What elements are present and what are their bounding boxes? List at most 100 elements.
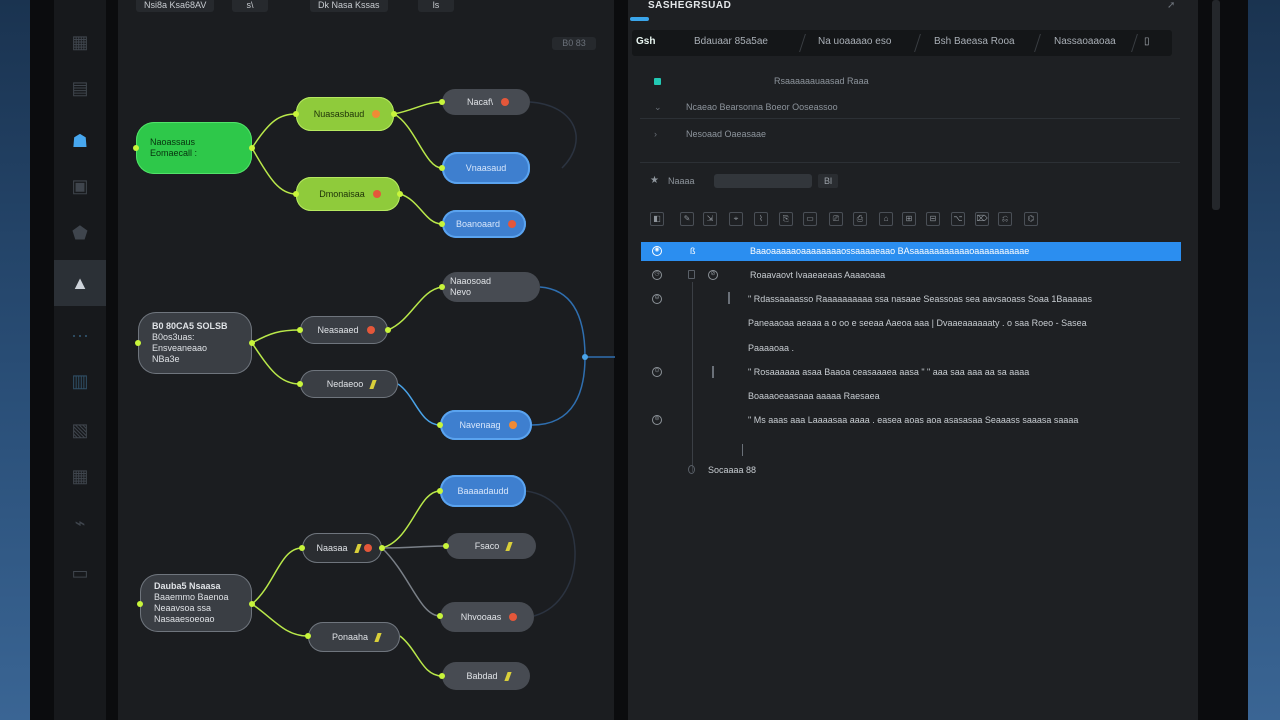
connector-dot[interactable] (397, 191, 403, 197)
tab-3[interactable]: Na uoaaaao eso (818, 36, 891, 47)
priority-icon (363, 544, 372, 552)
list-row-text: " Rdassaaaasso Raaaaaaaaaa ssa nasaae Se… (748, 294, 1092, 304)
mindmap-node[interactable]: Naaosoad Nevo (442, 272, 540, 302)
mindmap-node[interactable]: Nedaeoo (300, 370, 398, 398)
mindmap-node[interactable]: Ponaaha (308, 622, 400, 652)
connector-dot[interactable] (137, 601, 143, 607)
node-label: B0os3uas: (152, 332, 195, 342)
tab-1[interactable]: Gsh (636, 36, 655, 47)
mindmap-node[interactable]: Nhvooaas (440, 602, 534, 632)
toolbar-button[interactable]: ⎚ (829, 212, 843, 226)
node-icon: ◉ (652, 246, 662, 256)
scrollbar[interactable] (1212, 0, 1220, 210)
connector-dot[interactable] (297, 381, 303, 387)
mindmap-root-node-1[interactable]: Naoassaus Eomaecall : (136, 122, 252, 174)
toolbar-button[interactable]: ▭ (803, 212, 817, 226)
expand-icon[interactable]: ß (690, 246, 696, 256)
flag-icon (353, 543, 362, 553)
list-row-text: Paneaaoaa aeaaa a o oo e seeaa Aaeoa aaa… (748, 318, 1087, 328)
bullet-icon: ⌄ (654, 102, 662, 112)
node-label: Ensveaneaao (152, 343, 208, 353)
mindmap-root-node-2[interactable]: B0 80CA5 SOLSB B0os3uas: Ensveaneaao NBa… (138, 312, 252, 374)
node-label: B0 80CA5 SOLSB (152, 321, 228, 331)
star-icon[interactable]: ★ (650, 175, 659, 186)
connector-dot[interactable] (249, 145, 255, 151)
toolbar-button[interactable]: ⎙ (853, 212, 867, 226)
connector-dot[interactable] (133, 145, 139, 151)
node-label: Dauba5 Nsaasa (154, 581, 221, 591)
mindmap-node[interactable]: Fsaco (446, 533, 536, 559)
flag-icon (369, 379, 377, 389)
toolbar-button[interactable]: ⊟ (926, 212, 940, 226)
mindmap-node[interactable]: Dmonaisaa (296, 177, 400, 211)
connector-dot[interactable] (135, 340, 141, 346)
meta-line-1: Rsaaaaaauaasad Raaa (774, 76, 869, 86)
connector-dot[interactable] (443, 543, 449, 549)
tree-toggle[interactable] (688, 270, 695, 279)
toolbar-button[interactable]: ⎌ (998, 212, 1012, 226)
list-row-text: Paaaaoaa . (748, 343, 795, 353)
connector-dot[interactable] (297, 327, 303, 333)
connector-dot[interactable] (439, 99, 445, 105)
mindmap-node[interactable]: Boanoaard (442, 210, 526, 238)
flag-icon (505, 541, 513, 551)
mindmap-root-node-3[interactable]: Dauba5 Nsaasa Baaemmo Baenoa Neaavsoa ss… (140, 574, 252, 632)
node-label: Nuasasbaud (313, 108, 365, 119)
connector-dot[interactable] (439, 673, 445, 679)
connector-dot[interactable] (437, 422, 443, 428)
connector-dot[interactable] (293, 191, 299, 197)
node-label: Nacaf\ (466, 96, 493, 107)
tab-separator (1131, 34, 1138, 52)
priority-icon (508, 220, 517, 228)
toolbar-button[interactable]: ⌂ (879, 212, 893, 226)
toolbar-button[interactable]: ⌇ (754, 212, 768, 226)
connector-dot[interactable] (439, 221, 445, 227)
pin-icon[interactable]: ➚ (1167, 0, 1175, 11)
tree-toggle[interactable] (688, 465, 695, 474)
toolbar-button[interactable]: ⊞ (902, 212, 916, 226)
mindmap-node[interactable]: Naasaa (302, 533, 382, 563)
meta-line-3: Nesoaad Oaeasaae (686, 129, 767, 139)
status-icon (654, 78, 661, 85)
connector-dot[interactable] (305, 633, 311, 639)
toolbar-button[interactable]: ⌖ (729, 212, 743, 226)
mindmap-node[interactable]: Vnaasaud (442, 152, 530, 184)
mindmap-node[interactable]: Babdad (442, 662, 530, 690)
list-row-text: " Rosaaaaaa asaa Baaoa ceasaaaea aasa " … (748, 367, 1030, 377)
search-input[interactable] (714, 174, 812, 188)
connector-dot[interactable] (385, 327, 391, 333)
tab-4[interactable]: Bsh Baeasa Rooa (934, 36, 1015, 47)
toolbar-button[interactable]: ⌬ (1024, 212, 1038, 226)
node-label: Naaosoad (450, 276, 492, 286)
connector-dot[interactable] (439, 165, 445, 171)
priority-icon (372, 110, 381, 118)
toolbar-button[interactable]: ⌥ (951, 212, 965, 226)
connector-dot[interactable] (437, 613, 443, 619)
mindmap-node[interactable]: Nacaf\ (442, 89, 530, 115)
connector-dot[interactable] (293, 111, 299, 117)
list-row-text: Baaoaaaaaoaaaaaaaaossaaaaeaao BAsaaaaaaa… (750, 246, 1030, 256)
tab-overflow-icon[interactable]: ▯ (1144, 36, 1150, 47)
connector-dot[interactable] (379, 545, 385, 551)
toolbar-button[interactable]: ⎘ (779, 212, 793, 226)
connector-dot[interactable] (439, 284, 445, 290)
connector-dot[interactable] (437, 488, 443, 494)
toolbar-button[interactable]: ✎ (680, 212, 694, 226)
connector-dot[interactable] (249, 601, 255, 607)
node-icon: ◷ (652, 270, 662, 280)
toolbar-button[interactable]: ⇲ (703, 212, 717, 226)
connector-dot[interactable] (299, 545, 305, 551)
mindmap-node[interactable]: Neasaaed (300, 316, 388, 344)
mindmap-node[interactable]: Nuasasbaud (296, 97, 394, 131)
priority-icon (366, 326, 375, 334)
toolbar-button[interactable]: ⌦ (975, 212, 989, 226)
mindmap-node[interactable]: Baaaadaudd (440, 475, 526, 507)
node-icon: ⊙ (652, 367, 662, 377)
mindmap-node[interactable]: Navenaag (440, 410, 532, 440)
connector-dot[interactable] (391, 111, 397, 117)
tab-5[interactable]: Nassaoaaoaa (1054, 36, 1116, 47)
toolbar-button[interactable]: ◧ (650, 212, 664, 226)
tab-2[interactable]: Bdauaar 85a5ae (694, 36, 768, 47)
node-label: Babdad (466, 670, 498, 681)
connector-dot[interactable] (249, 340, 255, 346)
